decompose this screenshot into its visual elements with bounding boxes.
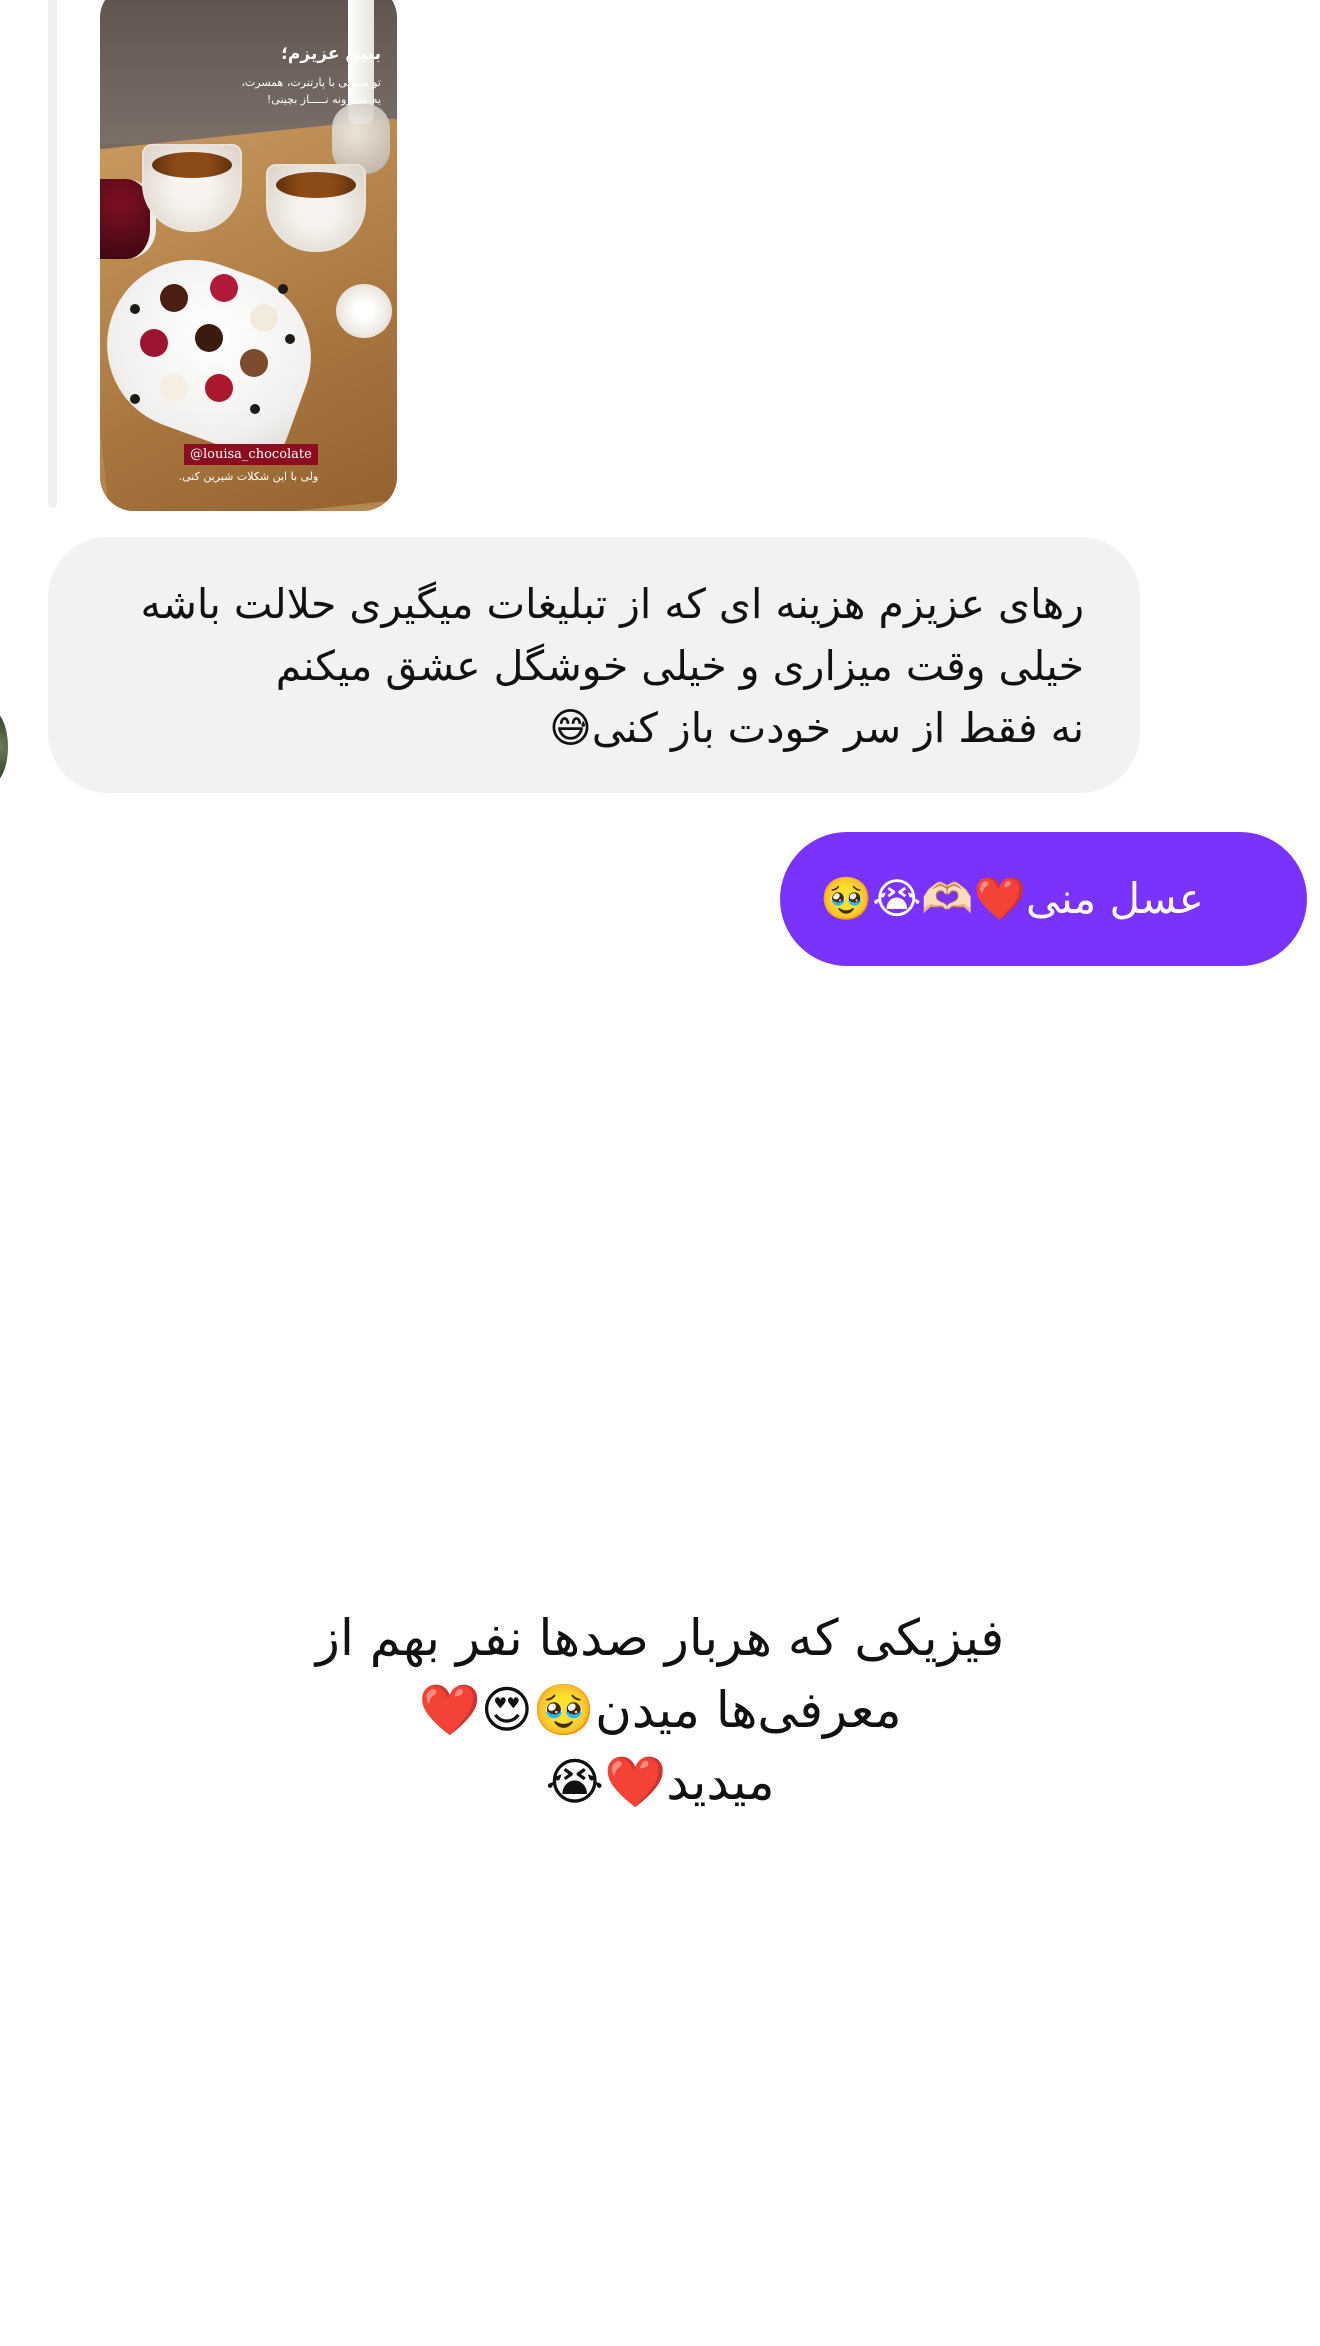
story-handle-tag: @louisa_chocolate (184, 444, 318, 465)
story-subtitle-line: یه عصرونه نـــــاز بچینی! (266, 93, 381, 106)
story-dot (285, 334, 295, 344)
chat-screen: ببین عزیزم؛ تو میتونی با پارتنرت، همسرت،… (0, 0, 1320, 2346)
story-dot (130, 304, 140, 314)
sender-avatar[interactable] (0, 710, 8, 784)
story-reply-preview[interactable]: ببین عزیزم؛ تو میتونی با پارتنرت، همسرت،… (100, 0, 397, 511)
story-dot (250, 404, 260, 414)
story-chocolate (205, 374, 233, 402)
reply-thread-line (48, 0, 57, 508)
sent-message-text: عسل منی❤️🫶🏻😭🥹 (820, 874, 1204, 923)
message-line: خیلی وقت میزاری و خیلی خوشگل عشق میکنم (275, 642, 1084, 690)
caption-line: معرفی‌ها میدن🥹😍❤️ (418, 1681, 902, 1739)
story-chocolate (195, 324, 223, 352)
sent-message-bubble[interactable]: عسل منی❤️🫶🏻😭🥹 (780, 832, 1307, 966)
story-dot (130, 394, 140, 404)
message-line: رهای عزیزم هزینه ای که از تبلیغات میگیری… (140, 580, 1084, 628)
story-caption: ولی با این شکلات شیرین کنی. (178, 470, 319, 483)
story-subtitle: تو میتونی با پارتنرت، همسرت، یه عصرونه ن… (131, 74, 381, 108)
received-message-bubble[interactable]: رهای عزیزم هزینه ای که از تبلیغات میگیری… (48, 537, 1140, 793)
center-caption: فیزیکی که هربار صدها نفر بهم از معرفی‌ها… (160, 1602, 1160, 1818)
story-chocolate (160, 284, 188, 312)
story-chocolate (250, 304, 278, 332)
story-chocolate (160, 374, 188, 402)
story-tea-cup-image (142, 144, 242, 232)
story-title: ببین عزیزم؛ (281, 44, 381, 64)
story-chocolate (240, 349, 268, 377)
story-flower-image (336, 284, 392, 338)
story-dot (278, 284, 288, 294)
caption-line: فیزیکی که هربار صدها نفر بهم از (315, 1609, 1005, 1667)
message-line: نه فقط از سر خودت باز کنی😅 (549, 704, 1084, 752)
story-chocolate (210, 274, 238, 302)
story-subtitle-line: تو میتونی با پارتنرت، همسرت، (241, 76, 381, 89)
story-tea-cup-image (266, 164, 366, 252)
caption-line: میدید❤️😭 (545, 1753, 775, 1811)
story-chocolate (140, 329, 168, 357)
